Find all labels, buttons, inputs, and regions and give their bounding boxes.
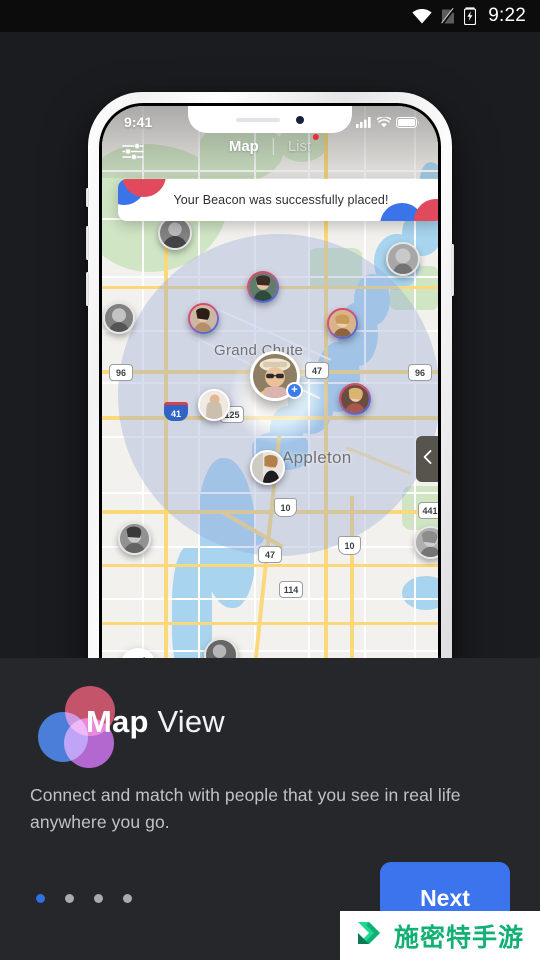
map-list-tabs: Map List [215,134,325,155]
map-avatar-marker[interactable] [250,450,285,485]
map-avatar-marker[interactable] [247,271,279,303]
toast-blob-red-right [414,199,438,221]
add-beacon-badge[interactable]: + [286,382,303,399]
sim-off-icon [441,7,456,25]
chevron-left-icon [423,449,432,469]
highway-shield: 441 [418,502,438,519]
highway-shield: 41 [164,402,188,421]
map-avatar-marker[interactable] [339,383,371,415]
hero-panel: Grand Chute Appleton 96 96 47 41 125 10 … [0,32,540,658]
page-title-bold: Map [86,704,149,739]
list-notification-badge [313,134,320,140]
map-avatar-marker[interactable] [158,216,192,250]
phone-volume-up [86,226,89,260]
phone-mute-switch [86,188,89,207]
phone-screen: Grand Chute Appleton 96 96 47 41 125 10 … [102,106,438,658]
phone-volume-down [86,272,89,306]
map-avatar-marker[interactable] [198,389,230,421]
battery-icon [396,115,420,133]
map-avatar-marker[interactable] [118,522,151,555]
tab-list[interactable]: List [274,134,325,155]
navigation-arrow-icon [130,656,146,658]
status-bar-time: 9:22 [488,5,526,26]
toast-notification[interactable]: Your Beacon was successfully placed! [118,179,438,221]
map-avatar-marker[interactable] [188,303,219,334]
map-avatar-marker[interactable] [204,638,238,658]
highway-shield: 96 [408,364,432,381]
highway-shield: 10 [338,536,361,555]
sliders-icon[interactable] [122,142,145,166]
android-status-bar: 9:22 [0,0,540,32]
tab-list-label: List [287,138,312,155]
earpiece-speaker [236,117,280,122]
map-avatar-marker-me[interactable]: + [250,351,303,401]
phone-frame: Grand Chute Appleton 96 96 47 41 125 10 … [86,92,454,658]
pagination-dot-4[interactable] [123,894,132,903]
map-avatar-marker[interactable] [327,308,358,339]
pagination-dot-2[interactable] [65,894,74,903]
toast-message: Your Beacon was successfully placed! [173,193,389,207]
pagination-dot-1[interactable] [36,894,45,903]
phone-bezel: Grand Chute Appleton 96 96 47 41 125 10 … [99,103,441,658]
battery-charging-icon [464,7,477,25]
phone-notch [188,106,352,133]
tab-map[interactable]: Map [215,138,273,155]
phone-power-button [451,244,454,296]
drawer-toggle-button[interactable] [416,436,438,482]
phone-mockup: Grand Chute Appleton 96 96 47 41 125 10 … [86,92,454,658]
pagination-dot-3[interactable] [94,894,103,903]
map-avatar-marker[interactable] [103,302,135,334]
highway-shield: 47 [258,546,282,563]
front-camera [296,115,304,124]
highway-shield: 114 [279,581,303,598]
page-description: Connect and match with people that you s… [30,785,461,832]
ios-status-icons [356,115,420,133]
map-top-nav: Map List [102,134,438,174]
page-title-light: View [157,704,225,739]
highway-shield: 10 [274,498,297,517]
map-avatar-marker[interactable] [414,526,438,559]
page-title: Map View [86,704,225,740]
ios-status-time: 9:41 [124,114,153,130]
watermark-overlay: 施密特手游 [340,911,540,960]
map-avatar-marker[interactable] [386,242,420,276]
watermark-text: 施密特手游 [394,922,525,952]
wifi-icon [412,8,432,24]
highway-shield: 96 [109,364,133,381]
green-chevron-logo [354,917,386,954]
wifi-icon [376,115,392,133]
pagination-dots [36,894,132,903]
cellular-bars-icon [356,115,372,133]
map-place-label: Appleton [282,448,352,467]
highway-shield: 47 [305,362,329,379]
